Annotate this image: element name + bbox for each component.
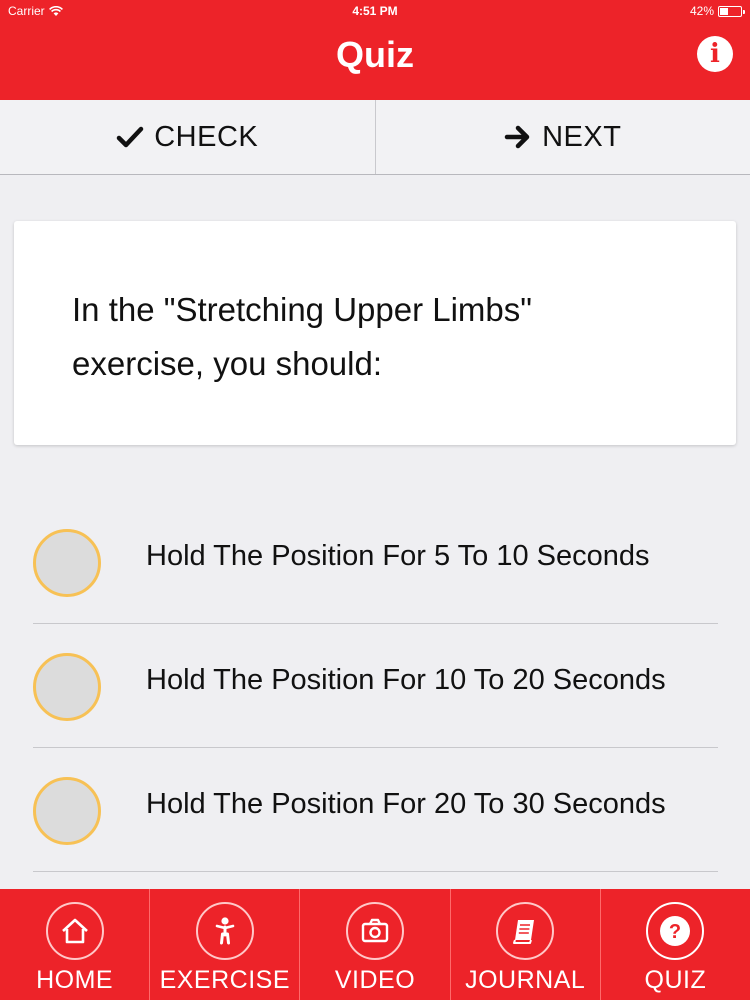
battery-indicator: 42% (689, 4, 745, 18)
battery-percent: 42% (689, 4, 714, 18)
camera-icon (346, 902, 404, 960)
check-label: CHECK (154, 120, 259, 153)
next-label: NEXT (542, 120, 622, 153)
info-button[interactable]: i (697, 36, 733, 72)
tab-label: JOURNAL (465, 966, 586, 994)
status-bar: Carrier 4:51 PM 42% (0, 0, 750, 22)
checkmark-icon (116, 126, 144, 148)
question-card: In the "Stretching Upper Limbs" exercise… (14, 221, 736, 445)
tab-label: VIDEO (334, 966, 416, 994)
tab-journal[interactable]: JOURNAL (449, 889, 600, 1000)
radio-button[interactable] (33, 777, 101, 845)
tab-label: QUIZ (644, 966, 707, 994)
header-bar: Carrier 4:51 PM 42% Quiz i (0, 0, 750, 100)
page-title: Quiz (336, 34, 414, 75)
answer-option[interactable]: Hold The Position For 10 To 20 Seconds (33, 624, 718, 748)
tab-label: EXERCISE (159, 966, 291, 994)
book-icon (496, 902, 555, 960)
radio-button[interactable] (33, 653, 101, 721)
check-button[interactable]: CHECK (0, 100, 375, 174)
clock: 4:51 PM (352, 4, 398, 18)
answer-label: Hold The Position For 20 To 30 Seconds (146, 788, 666, 820)
next-button[interactable]: NEXT (374, 100, 750, 174)
question-icon: ? (646, 902, 705, 960)
tab-label: HOME (36, 966, 114, 994)
info-icon: i (710, 39, 720, 69)
tab-quiz[interactable]: ? QUIZ (599, 889, 750, 1000)
quiz-toolbar: CHECK NEXT (0, 100, 750, 175)
person-icon (195, 902, 254, 960)
home-icon (45, 902, 104, 960)
svg-text:?: ? (669, 921, 681, 943)
battery-fill (720, 7, 728, 15)
answer-option[interactable]: Hold The Position For 20 To 30 Seconds (33, 748, 718, 872)
answer-label: Hold The Position For 10 To 20 Seconds (146, 664, 666, 696)
answer-label: Hold The Position For 5 To 10 Seconds (146, 540, 650, 572)
tab-video[interactable]: VIDEO (299, 889, 449, 1000)
arrow-right-icon (504, 125, 530, 149)
question-text: In the "Stretching Upper Limbs" exercise… (72, 291, 532, 382)
answer-option[interactable]: Hold The Position For 5 To 10 Seconds (33, 500, 718, 624)
radio-button[interactable] (33, 529, 101, 597)
battery-icon (718, 5, 745, 17)
tab-exercise[interactable]: EXERCISE (149, 889, 299, 1000)
tab-bar: HOME EXERCISE VIDEO JOURNAL ? QUIZ (0, 889, 750, 1000)
tab-home[interactable]: HOME (0, 889, 149, 1000)
